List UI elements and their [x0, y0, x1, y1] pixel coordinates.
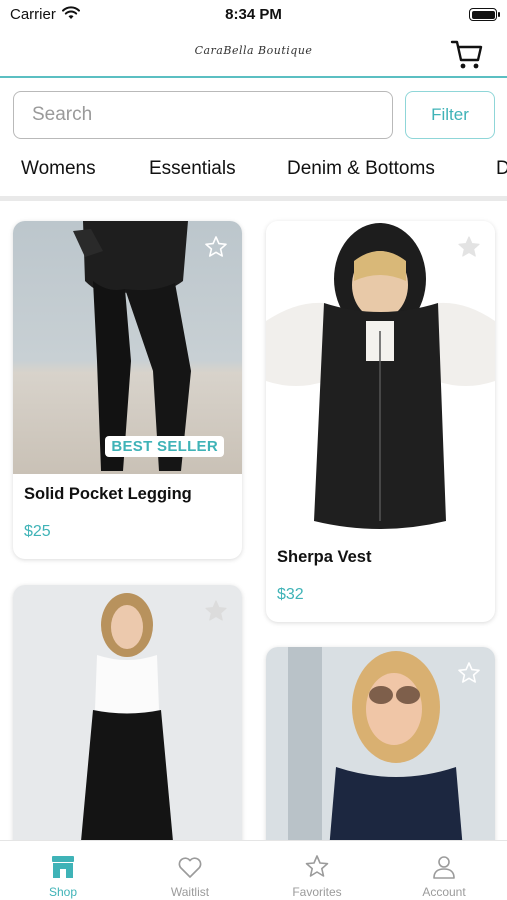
- status-time: 8:34 PM: [225, 6, 282, 23]
- category-tab-womens[interactable]: Womens: [21, 158, 96, 180]
- product-price: $32: [277, 586, 304, 603]
- star-icon: [303, 853, 331, 881]
- tab-label: Favorites: [292, 885, 342, 899]
- product-title: Sherpa Vest: [277, 548, 372, 566]
- product-image: [266, 221, 495, 537]
- tab-label: Account: [422, 885, 466, 899]
- app-header: CaraBella Boutique: [0, 30, 507, 78]
- favorite-star-icon[interactable]: [204, 235, 228, 259]
- product-price: $25: [24, 523, 51, 540]
- category-tab-next[interactable]: D: [496, 158, 507, 180]
- bottom-tab-bar: Shop Waitlist Favorites Account: [0, 840, 507, 900]
- person-icon: [430, 853, 458, 881]
- store-icon: [49, 853, 77, 881]
- product-card[interactable]: Sherpa Vest $32: [266, 221, 495, 622]
- tab-label: Shop: [48, 885, 78, 899]
- tab-label: Waitlist: [170, 885, 210, 899]
- favorite-star-icon[interactable]: [457, 661, 481, 685]
- filter-button[interactable]: Filter: [405, 91, 495, 139]
- best-seller-badge: BEST SELLER: [105, 436, 224, 457]
- category-divider: [0, 196, 507, 201]
- category-tab-essentials[interactable]: Essentials: [149, 158, 236, 180]
- brand-logo: CaraBella Boutique: [194, 44, 313, 57]
- category-tab-denim-bottoms[interactable]: Denim & Bottoms: [287, 158, 435, 180]
- battery-icon: [469, 8, 497, 21]
- category-tabs: Womens Essentials Denim & Bottoms D: [0, 148, 507, 190]
- tab-waitlist[interactable]: Waitlist: [127, 841, 253, 900]
- shopping-cart-icon[interactable]: [449, 36, 485, 72]
- tab-favorites[interactable]: Favorites: [254, 841, 380, 900]
- product-title: Solid Pocket Legging: [24, 485, 192, 503]
- status-bar: Carrier 8:34 PM: [0, 0, 507, 30]
- favorite-star-icon[interactable]: [204, 599, 228, 623]
- search-input[interactable]: Search: [13, 91, 393, 139]
- favorite-star-icon[interactable]: [457, 235, 481, 259]
- tab-account[interactable]: Account: [381, 841, 507, 900]
- product-card[interactable]: BEST SELLER Solid Pocket Legging $25: [13, 221, 242, 559]
- heart-icon: [176, 853, 204, 881]
- tab-shop[interactable]: Shop: [0, 841, 126, 900]
